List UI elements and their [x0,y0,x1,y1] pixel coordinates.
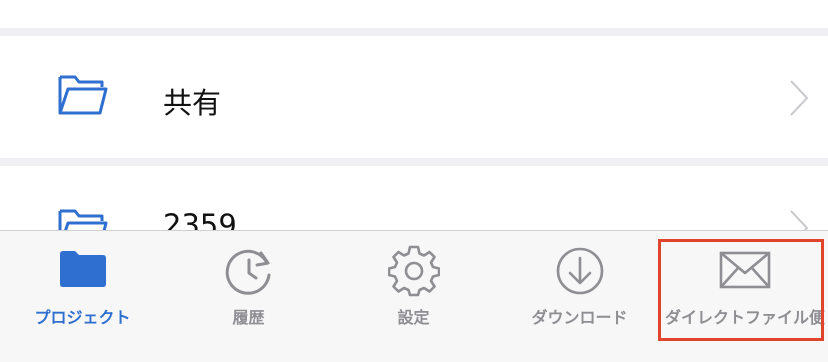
tab-history[interactable]: 履歴 [166,231,331,362]
folder-label: 共有 [163,86,222,120]
chevron-right-icon [790,80,809,116]
chevron-right-icon [790,210,809,232]
gear-icon [387,245,440,297]
folder-row-2359[interactable]: 2359 [0,166,828,232]
tab-label: プロジェクト [34,308,131,327]
tab-settings[interactable]: 設定 [331,231,496,362]
folder-list: 共有 2359 [0,0,828,232]
tab-bar: プロジェクト 履歴 設定 ダウンロード ダイレクトファイル便 [0,230,828,362]
tab-label: 設定 [397,308,430,327]
tab-label: 履歴 [232,308,265,327]
list-item[interactable] [0,0,828,28]
tab-direct-file[interactable]: ダイレクトファイル便 [662,231,827,362]
folder-outline-icon [58,75,108,115]
folder-outline-icon [58,209,108,232]
download-icon [556,247,603,295]
history-icon [225,249,270,295]
tab-projects[interactable]: プロジェクト [0,231,165,362]
tab-label: ダウンロード [531,308,628,327]
mail-icon [719,251,770,289]
folder-label: 2359 [163,208,237,232]
folder-icon [59,251,106,287]
tab-label: ダイレクトファイル便 [665,308,826,327]
tab-download[interactable]: ダウンロード [497,231,662,362]
folder-row-shared[interactable]: 共有 [0,36,828,158]
